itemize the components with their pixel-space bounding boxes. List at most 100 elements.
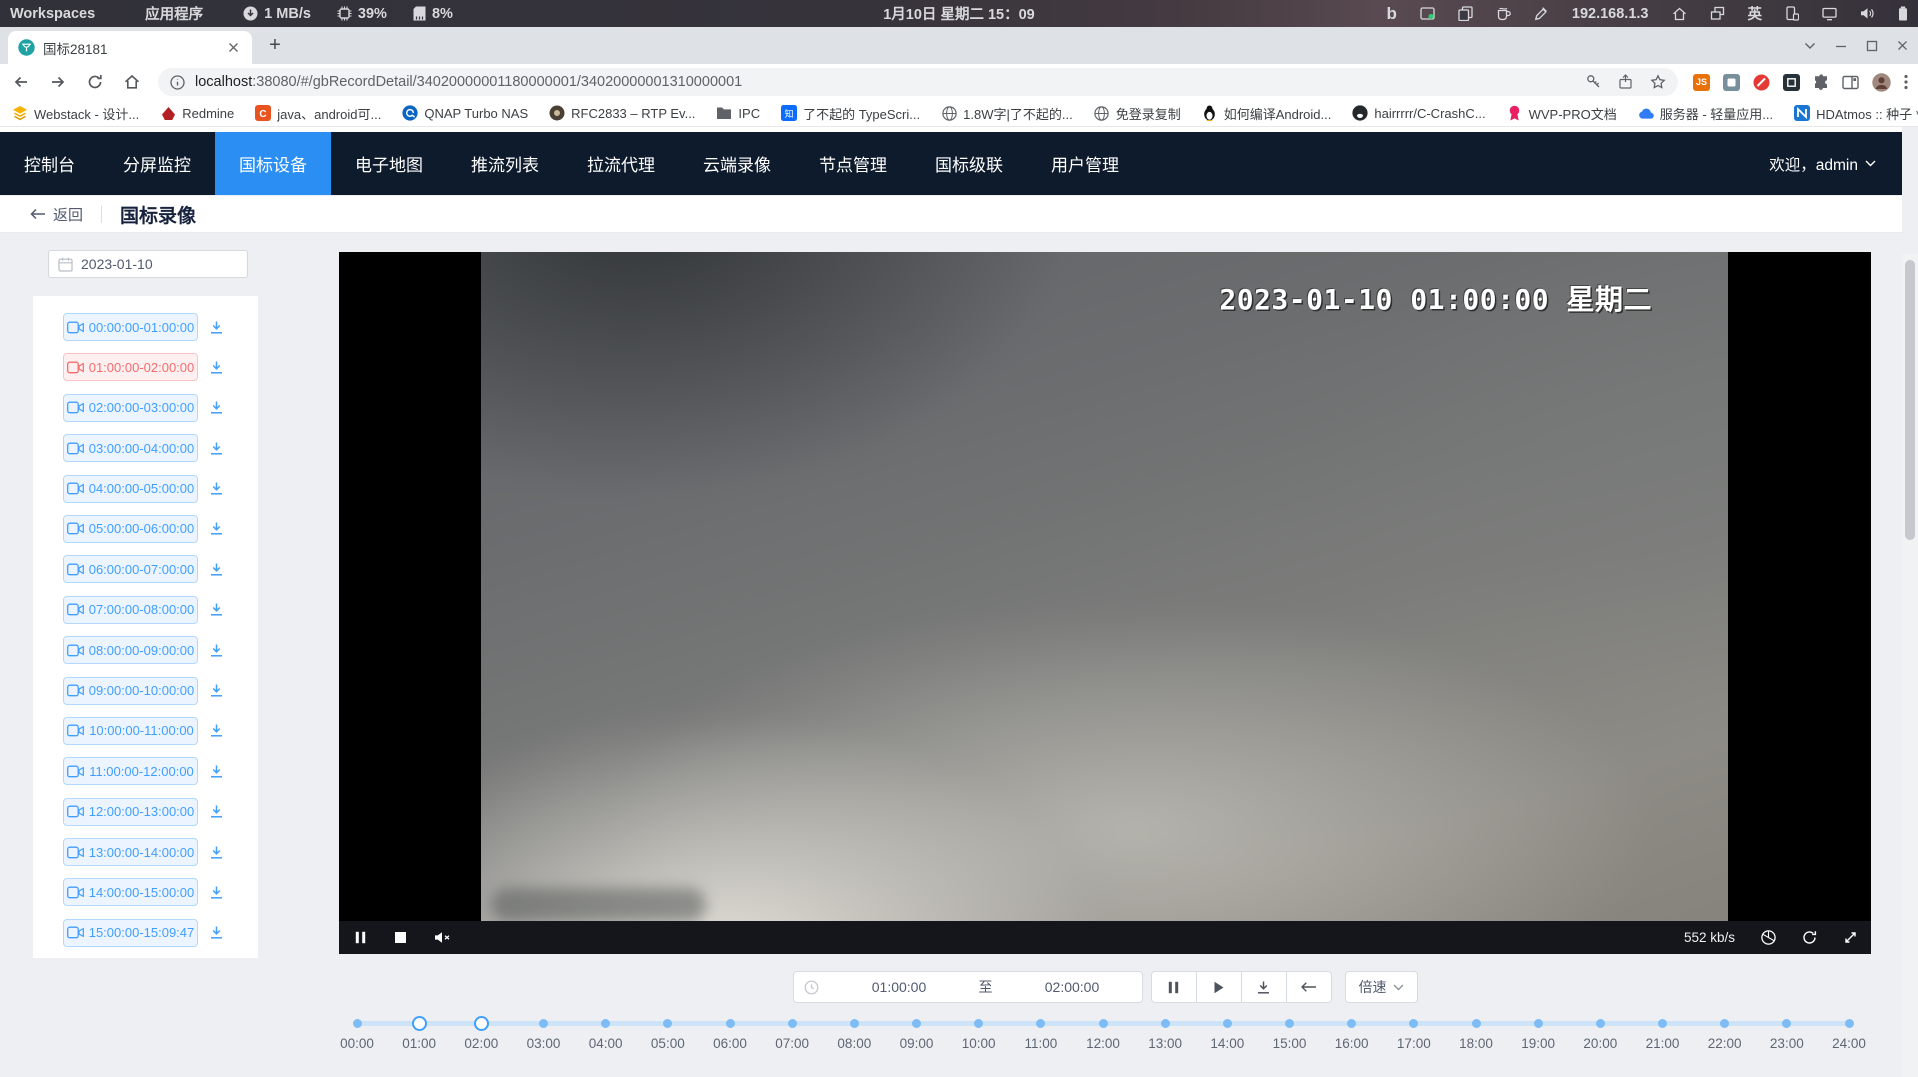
bookmark-item[interactable]: RFC2833 – RTP Ev... [549, 105, 695, 121]
record-time-button[interactable]: 02:00:00-03:00:00 [63, 394, 198, 422]
clock[interactable]: 1月10日 星期二 15：09 [883, 3, 1035, 24]
scrollbar-thumb[interactable] [1905, 260, 1915, 540]
record-time-button[interactable]: 03:00:00-04:00:00 [63, 434, 198, 462]
record-time-button[interactable]: 14:00:00-15:00:00 [63, 878, 198, 906]
stop-icon[interactable] [394, 931, 407, 944]
split-view-icon[interactable] [1842, 74, 1859, 91]
record-time-button[interactable]: 11:00:00-12:00:00 [63, 757, 198, 785]
battery-icon[interactable] [1898, 6, 1908, 21]
address-bar[interactable]: localhost:38080/#/gbRecordDetail/3402000… [158, 68, 1678, 96]
timeline-point-selected[interactable] [474, 1016, 489, 1031]
volume-muted-icon[interactable] [434, 931, 451, 944]
extension-black-ext[interactable] [1783, 74, 1800, 91]
record-download-button[interactable] [209, 723, 224, 738]
timeline-point[interactable] [1782, 1019, 1791, 1028]
record-time-button[interactable]: 05:00:00-06:00:00 [63, 515, 198, 543]
timeline-point[interactable] [601, 1019, 610, 1028]
video-player[interactable]: 2023-01-10 01:00:00 星期二 552 kb/s [339, 252, 1871, 954]
site-info-icon[interactable] [170, 75, 185, 90]
record-time-button[interactable]: 12:00:00-13:00:00 [63, 798, 198, 826]
nav-tab[interactable]: 国标级联 [911, 132, 1027, 195]
record-download-button[interactable] [209, 521, 224, 536]
timeline-point[interactable] [1036, 1019, 1045, 1028]
play-button[interactable] [1196, 971, 1242, 1003]
record-download-button[interactable] [209, 400, 224, 415]
jump-back-button[interactable] [1286, 971, 1332, 1003]
record-time-button[interactable]: 10:00:00-11:00:00 [63, 717, 198, 745]
forward-navigation-icon[interactable] [49, 73, 67, 91]
close-icon[interactable] [1897, 40, 1908, 51]
record-time-button[interactable]: 04:00:00-05:00:00 [63, 475, 198, 503]
nav-tab[interactable]: 控制台 [0, 132, 99, 195]
record-download-button[interactable] [209, 360, 224, 375]
timeline-point[interactable] [1720, 1019, 1729, 1028]
bookmark-item[interactable]: Webstack - 设计... [12, 104, 139, 123]
record-download-button[interactable] [209, 845, 224, 860]
bookmark-item[interactable]: 服务器 - 轻量应用... [1638, 104, 1773, 123]
timeline-point[interactable] [788, 1019, 797, 1028]
refresh-icon[interactable] [1802, 930, 1817, 945]
download-button[interactable] [1241, 971, 1287, 1003]
maximize-icon[interactable] [1866, 40, 1878, 52]
record-download-button[interactable] [209, 320, 224, 335]
bookmark-item[interactable]: Cjava、android可... [255, 104, 381, 123]
timeline-point[interactable] [1845, 1019, 1854, 1028]
share-icon[interactable] [1618, 74, 1633, 90]
color-picker-icon[interactable] [1534, 6, 1549, 21]
phone-link-icon[interactable] [1785, 6, 1799, 21]
timeline-point[interactable] [1658, 1019, 1667, 1028]
clipboard-icon[interactable] [1458, 6, 1473, 21]
bookmark-item[interactable]: WVP-PRO文档 [1507, 104, 1617, 123]
bookmark-item[interactable]: 免登录复制 [1094, 104, 1181, 123]
ip-address-label[interactable]: 192.168.1.3 [1572, 6, 1649, 22]
record-time-button[interactable]: 13:00:00-14:00:00 [63, 838, 198, 866]
extension-js-badge[interactable]: JS [1693, 74, 1710, 91]
timeline-point[interactable] [1161, 1019, 1170, 1028]
record-time-button[interactable]: 08:00:00-09:00:00 [63, 636, 198, 664]
timeline-point[interactable] [1347, 1019, 1356, 1028]
nav-tab[interactable]: 用户管理 [1027, 132, 1143, 195]
timeline-point[interactable] [1285, 1019, 1294, 1028]
bookmark-item[interactable]: QNAP Turbo NAS [402, 105, 528, 121]
timeline-slider[interactable]: 00:0001:0002:0003:0004:0005:0006:0007:00… [0, 1007, 1902, 1077]
timeline-point[interactable] [1409, 1019, 1418, 1028]
record-download-button[interactable] [209, 683, 224, 698]
record-time-button[interactable]: 01:00:00-02:00:00 [63, 353, 198, 381]
bookmark-item[interactable]: hairrrrr/C-CrashC... [1352, 105, 1485, 121]
browser-home-icon[interactable] [123, 73, 141, 91]
avatar-icon[interactable] [1872, 73, 1891, 92]
volume-icon[interactable] [1860, 7, 1875, 20]
timeline-point[interactable] [1472, 1019, 1481, 1028]
tab-close-icon[interactable] [225, 39, 242, 56]
input-method-label[interactable]: 英 [1748, 3, 1763, 24]
record-download-button[interactable] [209, 602, 224, 617]
pause-icon[interactable] [354, 931, 367, 944]
back-navigation-icon[interactable] [12, 73, 30, 91]
bookmark-item[interactable]: Redmine [160, 105, 234, 121]
record-download-button[interactable] [209, 925, 224, 940]
nav-tab[interactable]: 节点管理 [795, 132, 911, 195]
window-stack-icon[interactable] [1710, 6, 1725, 21]
home-icon[interactable] [1672, 6, 1687, 21]
key-icon[interactable] [1586, 74, 1601, 90]
nav-tab[interactable]: 分屏监控 [99, 132, 215, 195]
timeline-point[interactable] [974, 1019, 983, 1028]
record-time-button[interactable]: 09:00:00-10:00:00 [63, 677, 198, 705]
user-menu[interactable]: 欢迎，admin [1769, 153, 1902, 175]
timeline-point[interactable] [663, 1019, 672, 1028]
timeline-point[interactable] [1223, 1019, 1232, 1028]
timeline-point[interactable] [353, 1019, 362, 1028]
star-icon[interactable] [1650, 74, 1666, 90]
bookmark-item[interactable]: 1.8W字|了不起的... [941, 104, 1073, 123]
timeline-point[interactable] [912, 1019, 921, 1028]
timeline-point-selected[interactable] [412, 1016, 427, 1031]
minimize-icon[interactable] [1835, 40, 1847, 52]
timeline-point[interactable] [1596, 1019, 1605, 1028]
tab-search-icon[interactable] [1804, 42, 1816, 50]
timeline-point[interactable] [726, 1019, 735, 1028]
record-download-button[interactable] [209, 804, 224, 819]
date-picker[interactable]: 2023-01-10 [48, 250, 248, 278]
extension-red-ext[interactable] [1753, 74, 1770, 91]
record-download-button[interactable] [209, 643, 224, 658]
nav-tab[interactable]: 云端录像 [679, 132, 795, 195]
